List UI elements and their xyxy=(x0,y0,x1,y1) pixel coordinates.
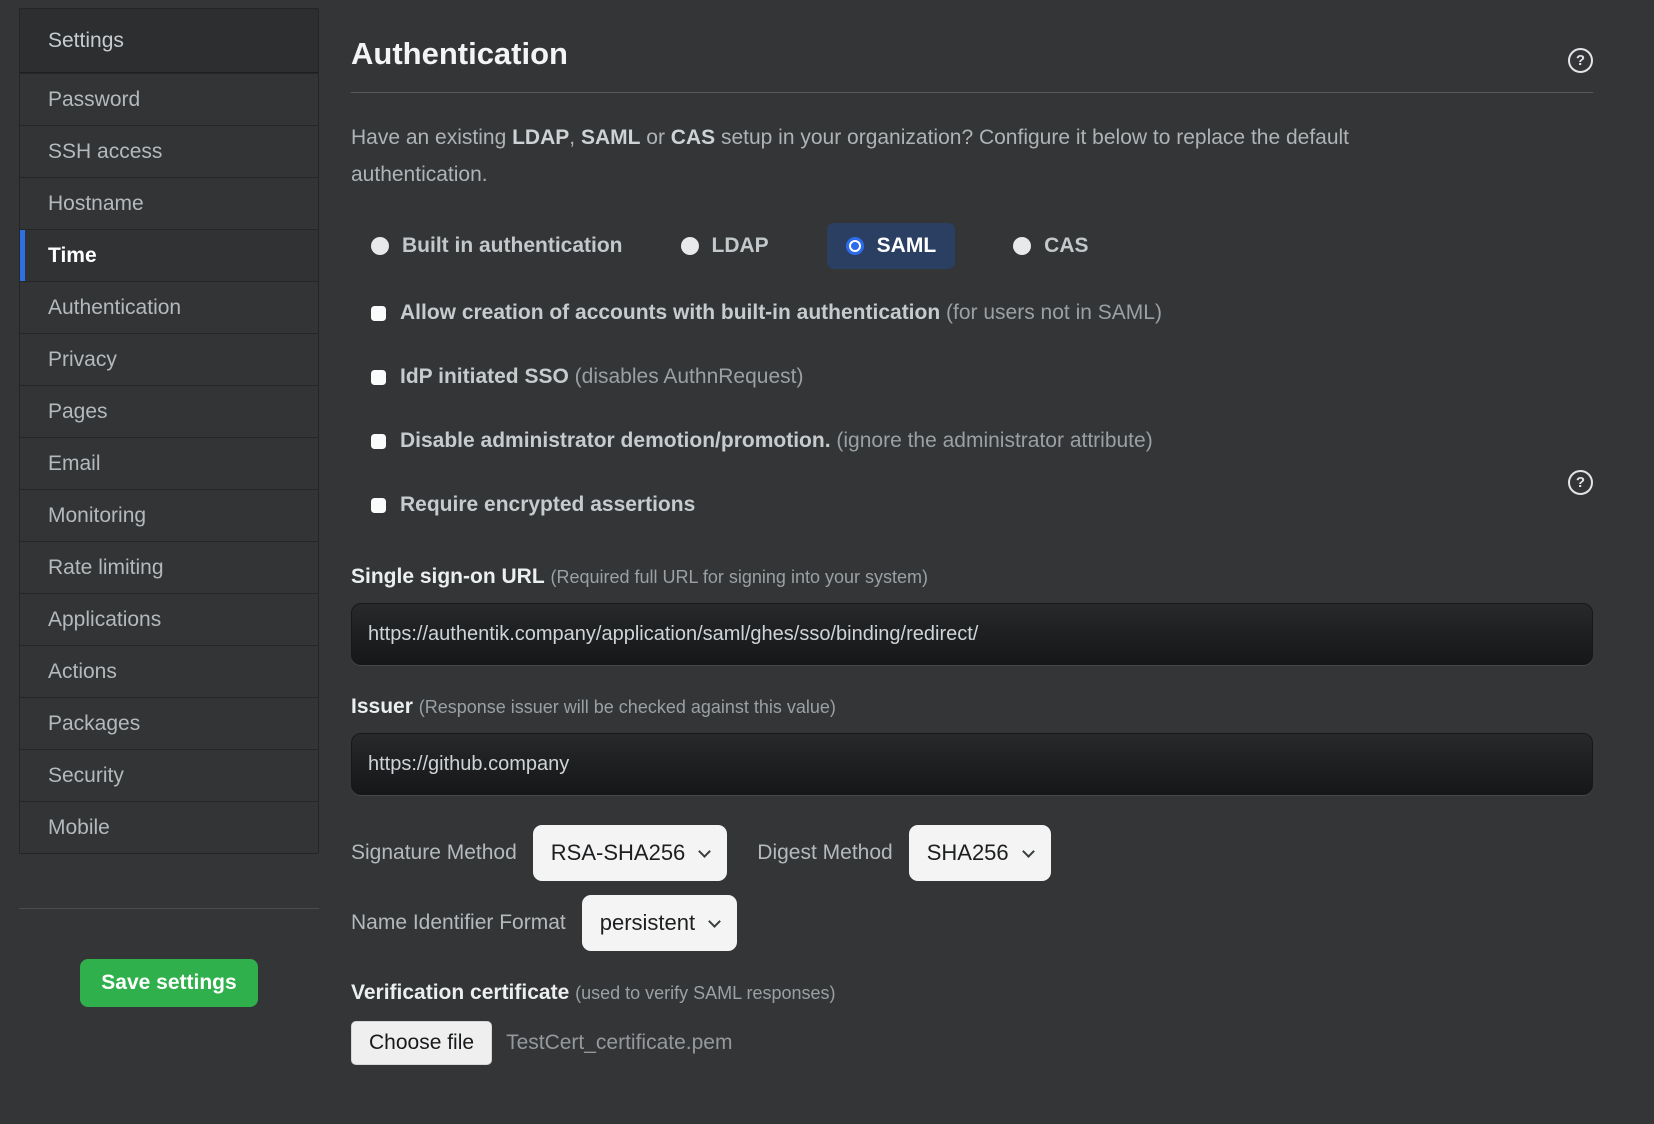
sidebar-item-mobile[interactable]: Mobile xyxy=(20,801,318,853)
issuer-section: Issuer (Response issuer will be checked … xyxy=(351,695,1593,795)
sso-url-label-row: Single sign-on URL (Required full URL fo… xyxy=(351,565,1593,589)
page-title: Authentication xyxy=(351,0,1593,72)
sidebar-item-rate-limiting[interactable]: Rate limiting xyxy=(20,541,318,593)
name-identifier-format-label: Name Identifier Format xyxy=(351,911,566,935)
authentication-section: Authentication Have an existing LDAP, SA… xyxy=(351,0,1593,1065)
certificate-filename: TestCert_certificate.pem xyxy=(506,1031,732,1055)
choose-file-button[interactable]: Choose file xyxy=(351,1021,492,1065)
verification-certificate-section: Verification certificate (used to verify… xyxy=(351,981,1593,1065)
chevron-down-icon xyxy=(1022,845,1035,858)
certificate-file-row: Choose file TestCert_certificate.pem xyxy=(351,1021,1593,1065)
radio-saml-selected[interactable]: SAML xyxy=(827,223,956,269)
checkbox-text: IdP initiated SSO (disables AuthnRequest… xyxy=(400,365,803,389)
radio-ldap[interactable]: LDAP xyxy=(681,234,769,258)
radio-built-in-authentication[interactable]: Built in authentication xyxy=(371,234,623,258)
sidebar-item-packages[interactable]: Packages xyxy=(20,697,318,749)
title-divider xyxy=(351,92,1593,93)
sidebar-item-authentication[interactable]: Authentication xyxy=(20,281,318,333)
sidebar-item-hostname[interactable]: Hostname xyxy=(20,177,318,229)
checkbox-text: Disable administrator demotion/promotion… xyxy=(400,429,1153,453)
sso-url-section: Single sign-on URL (Required full URL fo… xyxy=(351,565,1593,665)
checkbox-row-disable-admin-demotion[interactable]: Disable administrator demotion/promotion… xyxy=(371,429,1593,453)
signature-digest-row: Signature Method RSA-SHA256 Digest Metho… xyxy=(351,825,1593,881)
settings-nav: Settings Password SSH access Hostname Ti… xyxy=(19,8,319,854)
sidebar-item-pages[interactable]: Pages xyxy=(20,385,318,437)
chevron-down-icon xyxy=(698,845,711,858)
sidebar-item-ssh-access[interactable]: SSH access xyxy=(20,125,318,177)
sidebar-item-time[interactable]: Time xyxy=(20,229,318,281)
issuer-label-row: Issuer (Response issuer will be checked … xyxy=(351,695,1593,719)
radio-cas[interactable]: CAS xyxy=(1013,234,1088,258)
encrypted-assertions-help-icon[interactable] xyxy=(1568,470,1593,495)
checkbox-text: Require encrypted assertions xyxy=(400,493,695,517)
sidebar-item-actions[interactable]: Actions xyxy=(20,645,318,697)
digest-method-select[interactable]: SHA256 xyxy=(909,825,1051,881)
sidebar-item-monitoring[interactable]: Monitoring xyxy=(20,489,318,541)
radio-unchecked-icon xyxy=(681,237,699,255)
checkbox-unchecked-icon[interactable] xyxy=(371,370,386,385)
checkbox-text: Allow creation of accounts with built-in… xyxy=(400,301,1162,325)
issuer-input[interactable] xyxy=(351,733,1593,795)
settings-sidebar: Settings Password SSH access Hostname Ti… xyxy=(19,8,319,1007)
sidebar-item-applications[interactable]: Applications xyxy=(20,593,318,645)
signature-method-select[interactable]: RSA-SHA256 xyxy=(533,825,728,881)
radio-checked-icon xyxy=(846,237,864,255)
intro-text: Have an existing LDAP, SAML or CAS setup… xyxy=(351,119,1471,193)
checkbox-row-require-encrypted-assertions[interactable]: Require encrypted assertions xyxy=(371,493,1593,517)
checkbox-row-idp-sso[interactable]: IdP initiated SSO (disables AuthnRequest… xyxy=(371,365,1593,389)
sidebar-divider xyxy=(19,908,319,909)
checkbox-unchecked-icon[interactable] xyxy=(371,306,386,321)
name-identifier-row: Name Identifier Format persistent xyxy=(351,895,1593,951)
chevron-down-icon xyxy=(708,915,721,928)
sidebar-item-password[interactable]: Password xyxy=(20,73,318,125)
name-identifier-format-select[interactable]: persistent xyxy=(582,895,737,951)
radio-unchecked-icon xyxy=(371,237,389,255)
auth-method-radio-group: Built in authentication LDAP SAML CAS xyxy=(371,223,1593,269)
digest-method-label: Digest Method xyxy=(757,841,892,865)
checkbox-unchecked-icon[interactable] xyxy=(371,498,386,513)
help-icon[interactable] xyxy=(1568,48,1593,73)
sidebar-item-security[interactable]: Security xyxy=(20,749,318,801)
sso-url-input[interactable] xyxy=(351,603,1593,665)
authentication-settings-page: Settings Password SSH access Hostname Ti… xyxy=(0,0,1654,1124)
save-settings-button[interactable]: Save settings xyxy=(80,959,258,1007)
checkbox-row-builtin-accounts[interactable]: Allow creation of accounts with built-in… xyxy=(371,301,1593,325)
sidebar-header: Settings xyxy=(20,9,318,73)
verification-certificate-label-row: Verification certificate (used to verify… xyxy=(351,981,1593,1005)
radio-unchecked-icon xyxy=(1013,237,1031,255)
sidebar-item-privacy[interactable]: Privacy xyxy=(20,333,318,385)
checkbox-unchecked-icon[interactable] xyxy=(371,434,386,449)
signature-method-label: Signature Method xyxy=(351,841,517,865)
sidebar-item-email[interactable]: Email xyxy=(20,437,318,489)
